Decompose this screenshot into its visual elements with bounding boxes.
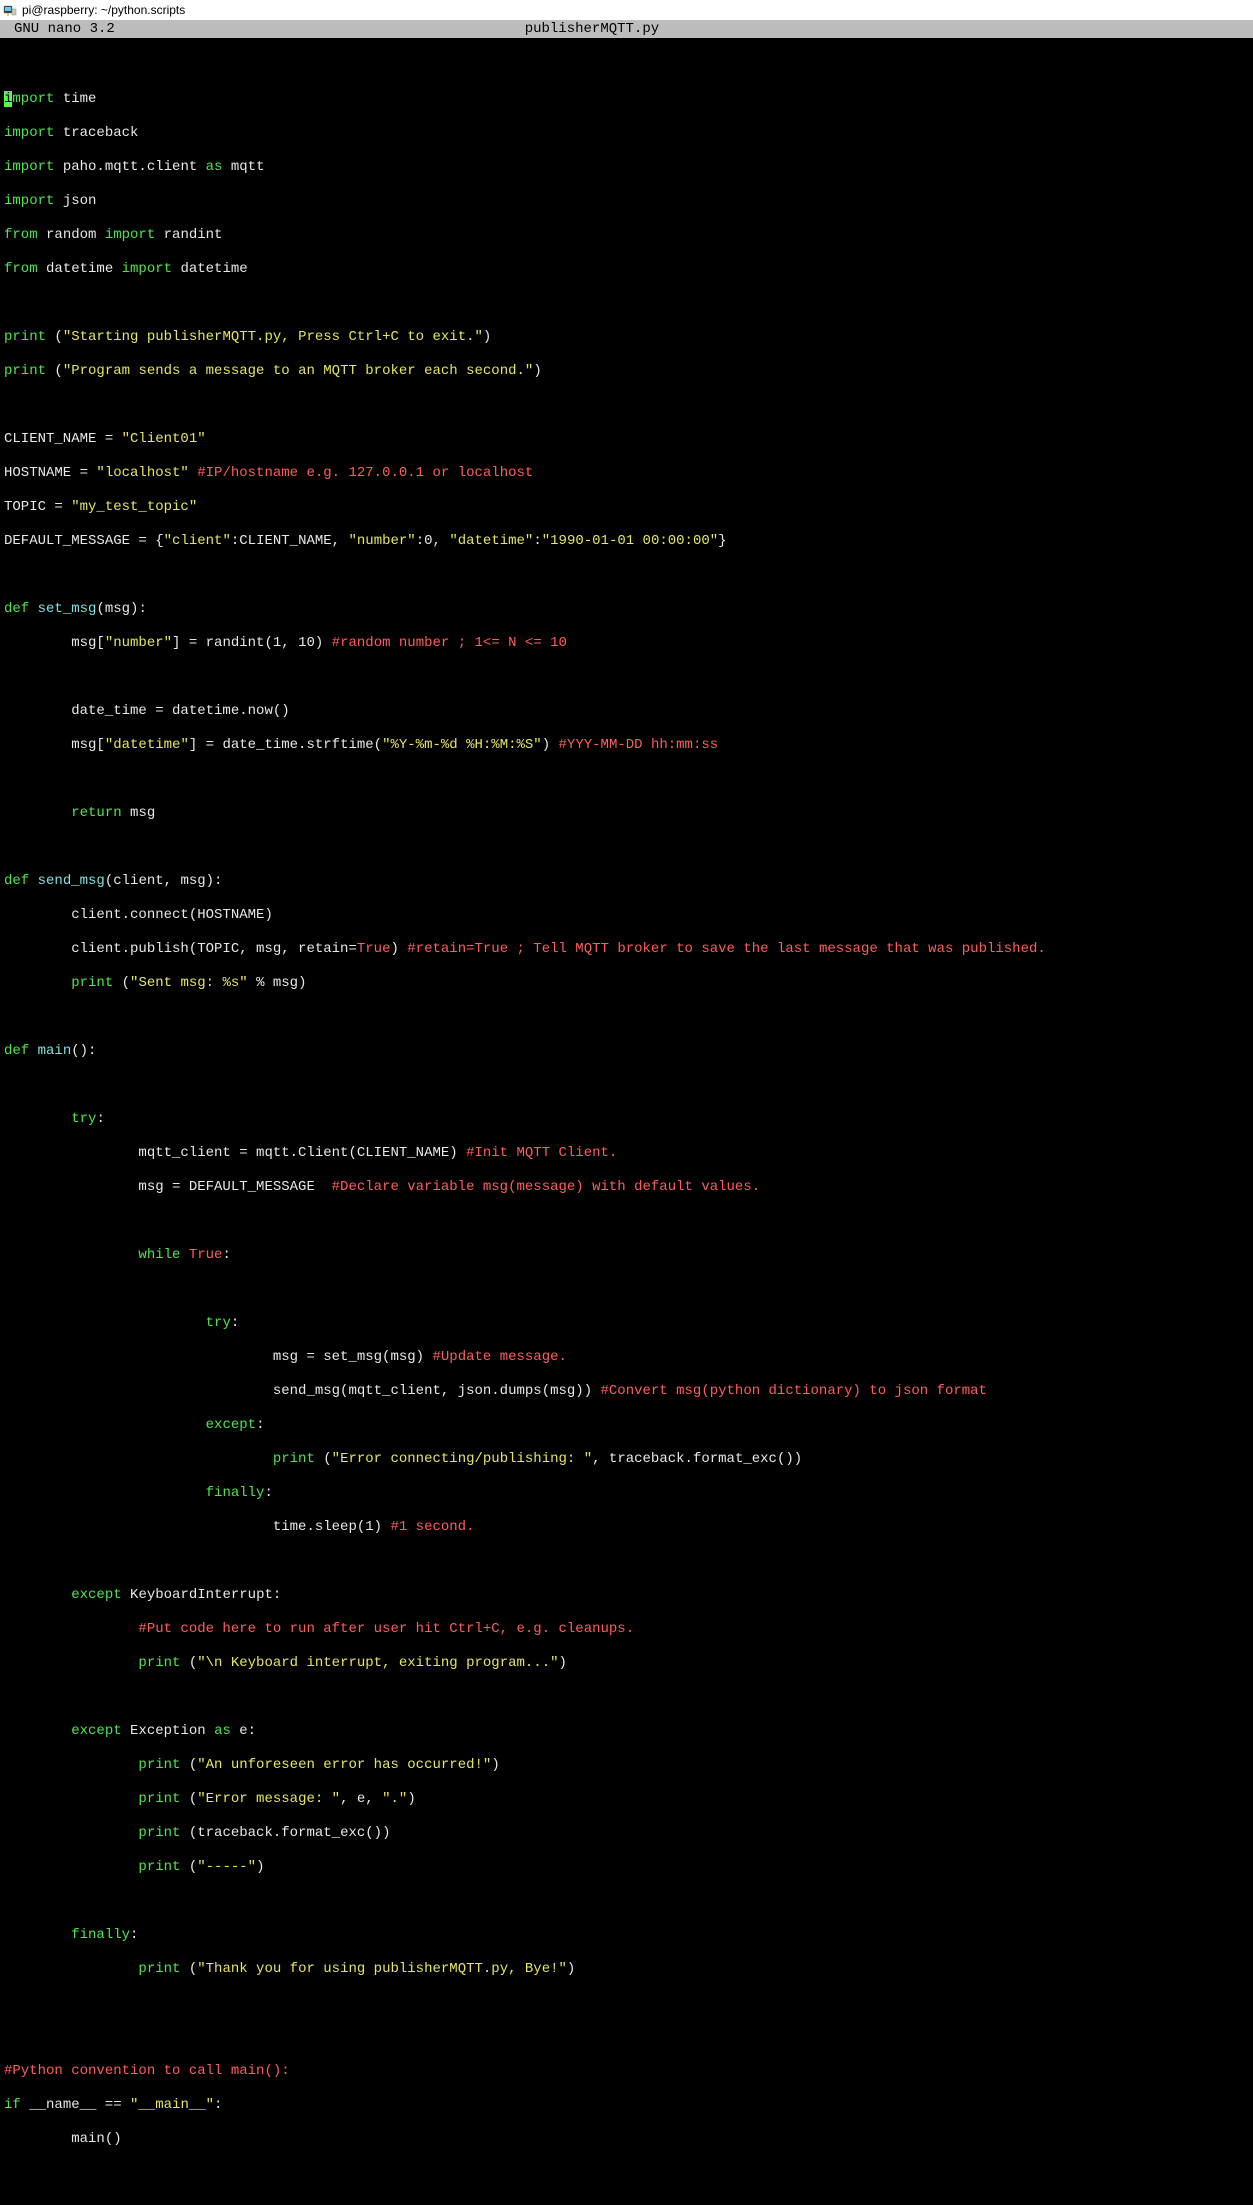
code-line xyxy=(4,771,1249,788)
code-line: try: xyxy=(4,1315,1249,1332)
code-line xyxy=(4,57,1249,74)
code-line: msg = set_msg(msg) #Update message. xyxy=(4,1349,1249,1366)
code-line: import paho.mqtt.client as mqtt xyxy=(4,159,1249,176)
code-line: import time xyxy=(4,91,1249,108)
code-line: DEFAULT_MESSAGE = {"client":CLIENT_NAME,… xyxy=(4,533,1249,550)
code-line xyxy=(4,1893,1249,1910)
window-titlebar: pi@raspberry: ~/python.scripts xyxy=(0,0,1253,20)
code-line: CLIENT_NAME = "Client01" xyxy=(4,431,1249,448)
code-line: print ("An unforeseen error has occurred… xyxy=(4,1757,1249,1774)
code-line xyxy=(4,1077,1249,1094)
code-line xyxy=(4,397,1249,414)
code-line xyxy=(4,1281,1249,1298)
code-line: print ("-----") xyxy=(4,1859,1249,1876)
nano-app-name: GNU nano 3.2 xyxy=(4,20,115,38)
nano-header: GNU nano 3.2 publisherMQTT.py xyxy=(0,20,1253,38)
code-line: print ("Starting publisherMQTT.py, Press… xyxy=(4,329,1249,346)
code-line xyxy=(4,2029,1249,2046)
code-line: mqtt_client = mqtt.Client(CLIENT_NAME) #… xyxy=(4,1145,1249,1162)
code-line: except Exception as e: xyxy=(4,1723,1249,1740)
code-line: try: xyxy=(4,1111,1249,1128)
code-line: #Python convention to call main(): xyxy=(4,2063,1249,2080)
code-line: if __name__ == "__main__": xyxy=(4,2097,1249,2114)
code-line: return msg xyxy=(4,805,1249,822)
code-line xyxy=(4,1995,1249,2012)
code-line: while True: xyxy=(4,1247,1249,1264)
code-line: print ("\n Keyboard interrupt, exiting p… xyxy=(4,1655,1249,1672)
code-line: def set_msg(msg): xyxy=(4,601,1249,618)
code-line: time.sleep(1) #1 second. xyxy=(4,1519,1249,1536)
code-line: send_msg(mqtt_client, json.dumps(msg)) #… xyxy=(4,1383,1249,1400)
putty-icon xyxy=(2,2,18,18)
code-line: HOSTNAME = "localhost" #IP/hostname e.g.… xyxy=(4,465,1249,482)
code-line: def main(): xyxy=(4,1043,1249,1060)
code-line: except: xyxy=(4,1417,1249,1434)
code-line: from random import randint xyxy=(4,227,1249,244)
code-line: msg["datetime"] = date_time.strftime("%Y… xyxy=(4,737,1249,754)
code-line xyxy=(4,295,1249,312)
code-line: print ("Thank you for using publisherMQT… xyxy=(4,1961,1249,1978)
code-line xyxy=(4,567,1249,584)
code-line: except KeyboardInterrupt: xyxy=(4,1587,1249,1604)
code-line: print (traceback.format_exc()) xyxy=(4,1825,1249,1842)
code-line: client.connect(HOSTNAME) xyxy=(4,907,1249,924)
code-line: main() xyxy=(4,2131,1249,2148)
window-title: pi@raspberry: ~/python.scripts xyxy=(22,3,185,17)
code-line xyxy=(4,839,1249,856)
editor-area[interactable]: import time import traceback import paho… xyxy=(0,38,1253,2205)
nano-filename: publisherMQTT.py xyxy=(525,20,839,38)
code-line xyxy=(4,1213,1249,1230)
code-line xyxy=(4,1553,1249,1570)
code-line: print ("Program sends a message to an MQ… xyxy=(4,363,1249,380)
code-line: print ("Error connecting/publishing: ", … xyxy=(4,1451,1249,1468)
code-line: finally: xyxy=(4,1485,1249,1502)
code-line: TOPIC = "my_test_topic" xyxy=(4,499,1249,516)
code-line: client.publish(TOPIC, msg, retain=True) … xyxy=(4,941,1249,958)
code-line xyxy=(4,1689,1249,1706)
code-line xyxy=(4,669,1249,686)
code-line: import traceback xyxy=(4,125,1249,142)
code-line: import json xyxy=(4,193,1249,210)
code-line: date_time = datetime.now() xyxy=(4,703,1249,720)
code-line: from datetime import datetime xyxy=(4,261,1249,278)
code-line xyxy=(4,1009,1249,1026)
code-line: msg["number"] = randint(1, 10) #random n… xyxy=(4,635,1249,652)
code-line: def send_msg(client, msg): xyxy=(4,873,1249,890)
code-line: msg = DEFAULT_MESSAGE #Declare variable … xyxy=(4,1179,1249,1196)
code-line: print ("Sent msg: %s" % msg) xyxy=(4,975,1249,992)
code-line: #Put code here to run after user hit Ctr… xyxy=(4,1621,1249,1638)
code-line: finally: xyxy=(4,1927,1249,1944)
code-line: print ("Error message: ", e, ".") xyxy=(4,1791,1249,1808)
